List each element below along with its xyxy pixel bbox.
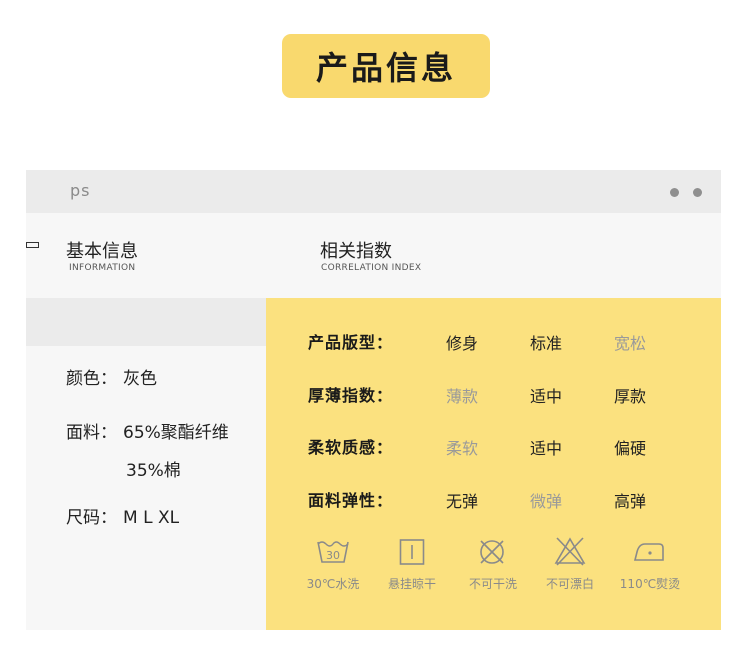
index-label: 柔软质感： xyxy=(308,438,394,457)
wash-temp-text: 30 xyxy=(326,549,340,562)
basic-info-panel: 颜色： 灰色 面料： 65%聚酯纤维 35%棉 尺码： M L XL xyxy=(26,298,266,630)
iron-110-icon xyxy=(633,543,664,561)
no-dry-clean-icon xyxy=(480,540,504,564)
window-dot-icon xyxy=(693,188,702,197)
product-info-card: ps 基本信息 INFORMATION 相关指数 CORRELATION IND… xyxy=(26,170,721,630)
index-option: 宽松 xyxy=(614,334,647,353)
fabric-label: 面料： xyxy=(66,423,117,443)
index-label: 产品版型： xyxy=(308,333,394,352)
no-bleach-icon xyxy=(554,537,586,566)
fabric-row-2: 35%棉 xyxy=(126,456,181,481)
page-title: 产品信息 xyxy=(282,34,490,98)
fabric-value: 65%聚酯纤维 xyxy=(123,423,229,443)
index-option: 柔软 xyxy=(446,439,479,458)
related-index-title: 相关指数 xyxy=(320,241,392,262)
index-option: 适中 xyxy=(530,387,563,406)
index-option: 高弹 xyxy=(614,492,647,511)
care-label: 不可漂白 xyxy=(545,577,594,591)
fabric-row: 面料： 65%聚酯纤维 xyxy=(66,418,229,443)
color-label: 颜色： xyxy=(66,369,117,389)
index-option: 薄款 xyxy=(446,387,479,406)
index-option: 偏硬 xyxy=(614,439,647,458)
hang-dry-icon xyxy=(399,539,425,565)
care-label: 30℃水洗 xyxy=(306,577,360,591)
index-option: 适中 xyxy=(530,439,563,458)
size-row: 尺码： M L XL xyxy=(66,503,179,528)
related-index-subtitle: CORRELATION INDEX xyxy=(321,263,422,273)
index-option: 标准 xyxy=(530,334,563,353)
card-topbar: ps xyxy=(26,170,721,213)
window-dot-icon xyxy=(670,188,679,197)
index-option: 微弹 xyxy=(530,492,563,511)
color-row: 颜色： 灰色 xyxy=(66,364,157,389)
index-option: 厚款 xyxy=(614,387,647,406)
basic-info-subtitle: INFORMATION xyxy=(69,263,136,273)
fabric-value-2: 35%棉 xyxy=(126,461,181,481)
section-marker-icon xyxy=(26,242,39,248)
related-index-panel: 产品版型： 修身 标准 宽松 厚薄指数： 薄款 适中 厚款 柔软质感： 柔软 适… xyxy=(266,298,721,630)
size-value: M L XL xyxy=(123,508,180,528)
color-value: 灰色 xyxy=(123,369,157,389)
section-header: 基本信息 INFORMATION 相关指数 CORRELATION INDEX xyxy=(26,213,721,298)
index-label: 厚薄指数： xyxy=(308,386,394,405)
index-label: 面料弹性： xyxy=(308,491,394,510)
index-option: 修身 xyxy=(446,334,479,353)
topbar-label: ps xyxy=(70,181,91,200)
basic-info-strip xyxy=(26,298,266,346)
wash-30-icon: 30 xyxy=(317,541,349,563)
basic-info-title: 基本信息 xyxy=(66,241,138,262)
size-label: 尺码： xyxy=(66,508,117,528)
index-option: 无弹 xyxy=(446,492,479,511)
care-label: 悬挂晾干 xyxy=(387,577,436,591)
care-label: 110℃熨烫 xyxy=(619,577,681,591)
